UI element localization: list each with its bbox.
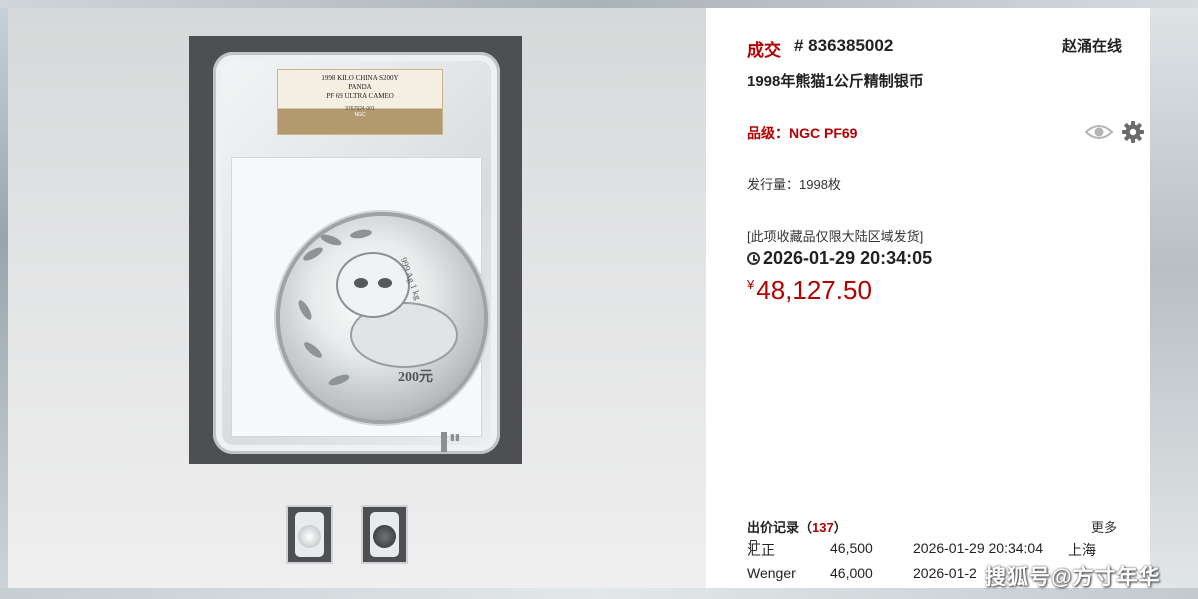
- lot-number: # 836385002: [794, 36, 894, 55]
- slab-label-line3: PF 69 ULTRA CAMEO: [326, 92, 394, 100]
- slab-window: 200元 999 Ag 1 kg: [231, 157, 484, 437]
- clock-icon: [747, 252, 760, 265]
- bamboo-leaf: [301, 245, 325, 263]
- thumbnail-back[interactable]: [361, 505, 408, 564]
- photo-watermark-logo: ▮▮: [441, 432, 501, 452]
- thumbnail-coin: [298, 525, 321, 548]
- lot-grade: 品级：NGC PF69: [747, 125, 858, 141]
- final-price: ¥ 48,127.50: [747, 275, 872, 306]
- panda-eye: [378, 278, 392, 288]
- panda-eye: [354, 278, 368, 288]
- main-product-image[interactable]: 1998 KILO CHINA S200Y PANDA PF 69 ULTRA …: [189, 36, 522, 464]
- coin-slab: 1998 KILO CHINA S200Y PANDA PF 69 ULTRA …: [213, 52, 500, 454]
- bid-history-label: 出价记录: [747, 520, 800, 535]
- bid-amount: 46,000: [830, 565, 873, 581]
- thumbnail-front[interactable]: [286, 505, 333, 564]
- end-time-row: 2026-01-29 20:34:05: [747, 248, 932, 269]
- slab-label-line1: 1998 KILO CHINA S200Y: [321, 74, 399, 82]
- background-left: [0, 0, 8, 599]
- bid-count: 137: [812, 520, 834, 535]
- image-gallery: 1998 KILO CHINA S200Y PANDA PF 69 ULTRA …: [8, 8, 706, 588]
- background-right: [1150, 0, 1198, 599]
- bamboo-leaf: [296, 298, 314, 322]
- auction-house-link[interactable]: 赵涌在线: [1062, 35, 1122, 56]
- price-amount: 48,127.50: [756, 275, 872, 305]
- lot-status: 成交: [747, 41, 781, 60]
- bamboo-leaf: [319, 232, 343, 248]
- bid-row: 汇正 46,500 2026-01-29 20:34:04 上海: [747, 540, 1147, 560]
- source-watermark: 搜狐号@方寸年华: [985, 566, 1161, 589]
- bid-history-heading: 出价记录（137）: [747, 520, 847, 535]
- background-top: [0, 0, 1198, 8]
- bid-time: 2026-01-2: [913, 565, 977, 581]
- gear-icon[interactable]: [1122, 121, 1144, 143]
- phone-icon: [750, 540, 757, 551]
- bamboo-leaf: [349, 228, 373, 240]
- lot-detail-panel: 成交 # 836385002 赵涌在线 1998年熊猫1公斤精制银币 品级：NG…: [706, 8, 1150, 588]
- thumbnail-coin: [373, 525, 396, 548]
- slab-label-line2: PANDA: [348, 83, 372, 91]
- end-time: 2026-01-29 20:34:05: [763, 248, 933, 268]
- eye-icon[interactable]: [1084, 122, 1114, 142]
- coin: 200元 999 Ag 1 kg: [280, 216, 484, 420]
- bamboo-leaf: [327, 372, 351, 388]
- lot-title: 1998年熊猫1公斤精制银币: [747, 73, 924, 90]
- bid-amount: 46,500: [830, 540, 873, 556]
- shipping-notice: [此项收藏品仅限大陆区域发货]: [747, 229, 924, 244]
- bid-time: 2026-01-29 20:34:04: [913, 540, 1043, 556]
- coin-denomination: 200元: [398, 370, 433, 385]
- lot-mintage: 发行量：1998枚: [747, 177, 841, 192]
- bid-location: 上海: [1068, 542, 1096, 558]
- panda-head: [338, 254, 408, 316]
- slab-brand: NGC: [354, 112, 366, 118]
- bidder-name: Wenger: [747, 565, 796, 581]
- currency-symbol: ¥: [747, 277, 755, 292]
- more-bids-link[interactable]: 更多: [1091, 517, 1117, 536]
- slab-label: 1998 KILO CHINA S200Y PANDA PF 69 ULTRA …: [277, 69, 443, 135]
- bamboo-leaf: [302, 339, 324, 361]
